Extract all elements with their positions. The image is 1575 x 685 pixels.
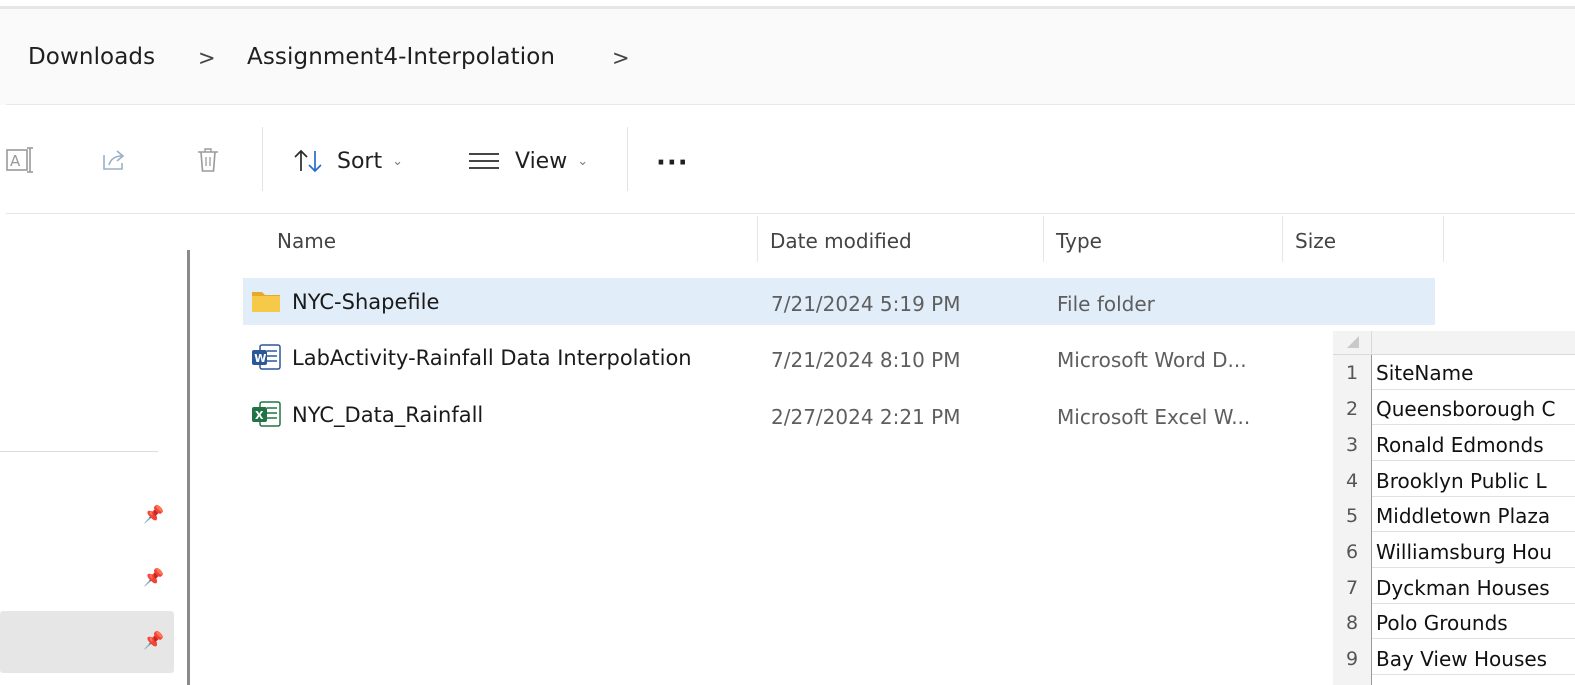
spreadsheet-cell[interactable]: Brooklyn Public L (1376, 469, 1575, 493)
nav-pane-scrollbar[interactable] (187, 250, 190, 685)
spreadsheet-column-header[interactable] (1372, 331, 1575, 355)
spreadsheet-cell[interactable]: Williamsburg Hou (1376, 540, 1575, 564)
spreadsheet-gridline (1372, 531, 1575, 532)
spreadsheet-row-number: 7 (1345, 577, 1359, 599)
folder-icon (251, 288, 281, 318)
excel-doc-icon: X (251, 400, 281, 432)
column-header-name[interactable]: Name (277, 229, 336, 253)
more-options-button[interactable]: ··· (656, 140, 689, 186)
spreadsheet-row-number: 9 (1345, 648, 1359, 670)
spreadsheet-cell[interactable]: Bay View Houses (1376, 647, 1575, 671)
view-button[interactable]: View ⌄ (467, 138, 588, 184)
view-label: View (515, 148, 568, 174)
column-separator[interactable] (1282, 216, 1283, 262)
share-icon[interactable] (96, 142, 132, 178)
spreadsheet-gridline (1372, 424, 1575, 425)
sort-button[interactable]: Sort ⌄ (293, 138, 403, 184)
breadcrumb-chevron[interactable]: > (612, 46, 630, 70)
breadcrumb-assignment-folder[interactable]: Assignment4-Interpolation (247, 44, 555, 70)
column-header-type[interactable]: Type (1056, 229, 1102, 253)
spreadsheet-cell[interactable]: Queensborough C (1376, 397, 1575, 421)
column-header-date-modified[interactable]: Date modified (770, 229, 912, 253)
column-separator[interactable] (1443, 216, 1444, 262)
spreadsheet-gridline (1372, 603, 1575, 604)
file-date-modified: 2/27/2024 2:21 PM (771, 405, 961, 429)
address-bar[interactable] (0, 9, 1575, 105)
file-date-modified: 7/21/2024 5:19 PM (771, 292, 961, 316)
spreadsheet-row-number: 1 (1345, 362, 1359, 384)
chevron-down-icon: ⌄ (577, 153, 589, 169)
spreadsheet-row-number: 8 (1345, 612, 1359, 634)
file-name: LabActivity-Rainfall Data Interpolation (292, 346, 692, 370)
spreadsheet-cell[interactable]: Dyckman Houses (1376, 576, 1575, 600)
column-separator[interactable] (757, 216, 758, 262)
spreadsheet-gridline (1372, 674, 1575, 675)
pin-icon[interactable]: 📌 (143, 505, 164, 525)
column-separator[interactable] (1043, 216, 1044, 262)
sort-icon (293, 148, 325, 174)
word-doc-icon: W (251, 343, 281, 375)
toolbar-bottom-divider (6, 213, 1575, 214)
svg-text:W: W (254, 352, 266, 365)
toolbar-divider (627, 127, 628, 191)
file-type: Microsoft Word D... (1057, 348, 1247, 372)
select-all-triangle-icon (1347, 336, 1359, 348)
file-type: File folder (1057, 292, 1155, 316)
toolbar-divider (262, 127, 263, 191)
delete-icon[interactable] (190, 142, 226, 178)
chevron-down-icon: ⌄ (392, 153, 404, 169)
spreadsheet-cell[interactable]: SiteName (1376, 361, 1575, 385)
more-icon: ··· (656, 148, 689, 178)
spreadsheet-row-number: 4 (1345, 470, 1359, 492)
spreadsheet-cell[interactable]: Polo Grounds (1376, 611, 1575, 635)
spreadsheet-gridline (1372, 638, 1575, 639)
file-name: NYC_Data_Rainfall (292, 403, 484, 427)
svg-text:X: X (255, 409, 264, 422)
rename-icon[interactable]: A (3, 142, 37, 178)
spreadsheet-row-number: 5 (1345, 505, 1359, 527)
nav-pane-separator (0, 451, 158, 452)
spreadsheet-cell[interactable]: Middletown Plaza (1376, 504, 1575, 528)
spreadsheet-row-number: 2 (1345, 398, 1359, 420)
file-name: NYC-Shapefile (292, 290, 440, 314)
pin-icon[interactable]: 📌 (143, 568, 164, 588)
file-type: Microsoft Excel W... (1057, 405, 1251, 429)
spreadsheet-gridline (1372, 389, 1575, 390)
spreadsheet-gridline (1372, 496, 1575, 497)
column-header-size[interactable]: Size (1295, 229, 1336, 253)
breadcrumb-downloads[interactable]: Downloads (28, 44, 155, 70)
breadcrumb-separator[interactable]: > (198, 46, 216, 70)
spreadsheet-gridline (1372, 567, 1575, 568)
sort-label: Sort (337, 148, 383, 174)
view-icon (467, 150, 501, 172)
pin-icon[interactable]: 📌 (143, 631, 164, 651)
spreadsheet-row-number: 6 (1345, 541, 1359, 563)
spreadsheet-row-number: 3 (1345, 434, 1359, 456)
spreadsheet-cell[interactable]: Ronald Edmonds (1376, 433, 1575, 457)
svg-text:A: A (10, 152, 21, 170)
spreadsheet-gridline (1372, 460, 1575, 461)
address-bar-divider (6, 104, 1575, 105)
file-date-modified: 7/21/2024 8:10 PM (771, 348, 961, 372)
